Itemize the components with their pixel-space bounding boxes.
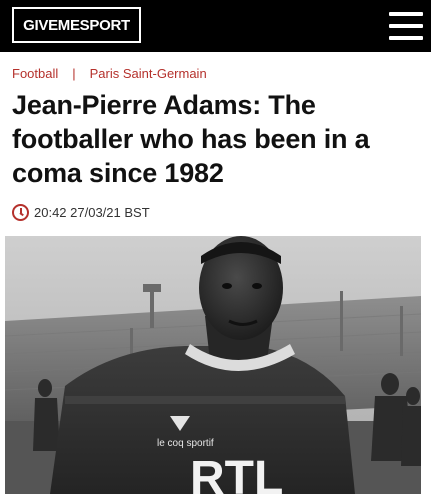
breadcrumb-psg[interactable]: Paris Saint-Germain xyxy=(90,66,207,81)
jersey-brand-text: le coq sportif xyxy=(157,438,214,449)
article-meta: 20:42 27/03/21 BST xyxy=(12,204,150,221)
breadcrumb: Football | Paris Saint-Germain xyxy=(12,66,207,81)
site-header: GIVEMESPORT xyxy=(0,0,431,52)
breadcrumb-football[interactable]: Football xyxy=(12,66,58,81)
menu-bar xyxy=(389,36,423,40)
site-logo[interactable]: GIVEMESPORT xyxy=(12,7,141,43)
article-timestamp: 20:42 27/03/21 BST xyxy=(34,205,150,220)
menu-bar xyxy=(389,24,423,28)
jersey-sponsor-text: RTL xyxy=(190,452,283,494)
article-title: Jean-Pierre Adams: The footballer who ha… xyxy=(12,90,370,188)
menu-bar xyxy=(389,12,423,16)
clock-icon xyxy=(12,204,29,221)
breadcrumb-separator: | xyxy=(72,66,76,81)
hamburger-menu-icon[interactable] xyxy=(389,12,423,40)
hero-photo-illustration: le coq sportif RTL xyxy=(5,236,421,494)
logo-text: GIVEMESPORT xyxy=(23,16,130,34)
article-hero-image[interactable]: le coq sportif RTL xyxy=(5,236,421,494)
